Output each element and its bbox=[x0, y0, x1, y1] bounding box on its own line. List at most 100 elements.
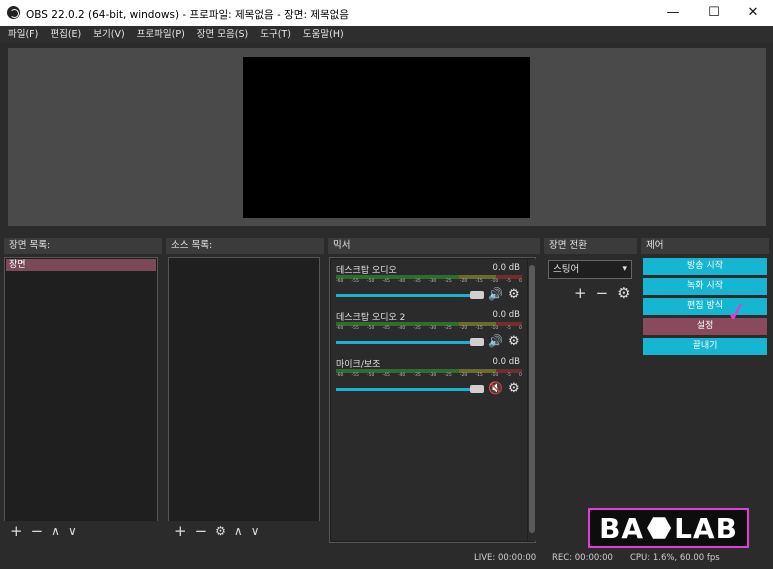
menu-help[interactable]: 도움말(H) bbox=[303, 26, 344, 43]
tick-label: -10 bbox=[490, 279, 499, 284]
menu-scene-collection[interactable]: 장면 모음(S) bbox=[197, 26, 248, 43]
transitions-toolbar: + − ⚙ bbox=[574, 284, 640, 302]
mixer-header: 믹서 bbox=[328, 238, 540, 254]
speaker-icon[interactable]: 🔊 bbox=[488, 287, 503, 301]
menu-profile[interactable]: 프로파일(P) bbox=[137, 26, 185, 43]
baolab-logo: BA LAB bbox=[588, 508, 749, 548]
studio-mode-button[interactable]: 편집 방식 bbox=[643, 298, 767, 315]
tick-label: -30 bbox=[428, 279, 437, 284]
tick-label: -10 bbox=[490, 373, 499, 378]
tick-label: -40 bbox=[397, 279, 406, 284]
tick-label: -35 bbox=[413, 279, 421, 284]
volume-slider-handle[interactable] bbox=[470, 338, 484, 346]
start-recording-button[interactable]: 녹화 시작 bbox=[643, 278, 767, 295]
remove-source-icon[interactable]: − bbox=[195, 521, 208, 542]
meter-ticks: -60 -55 -50 -45 -40 -35 -30 -25 -20 -15 -10 -5 0 bbox=[336, 279, 522, 287]
title-bar: OBS 22.0.2 (64-bit, windows) - 프로파일: 제목없… bbox=[0, 0, 773, 26]
preview-area bbox=[8, 48, 766, 226]
add-transition-icon[interactable]: + bbox=[574, 284, 587, 302]
status-bar: LIVE: 00:00:00 REC: 00:00:00 CPU: 1.6%, … bbox=[0, 549, 773, 569]
tick-label: -35 bbox=[413, 373, 421, 378]
preview-canvas[interactable] bbox=[243, 57, 530, 218]
tick-label: -50 bbox=[366, 279, 375, 284]
tick-label: -60 bbox=[336, 326, 344, 331]
exit-button[interactable]: 끝내기 bbox=[643, 338, 767, 355]
scene-item[interactable]: 장면 bbox=[6, 259, 156, 271]
start-streaming-button[interactable]: 방송 시작 bbox=[643, 258, 767, 275]
move-up-icon[interactable]: ∧ bbox=[51, 521, 60, 542]
menu-edit[interactable]: 편집(E) bbox=[50, 26, 81, 43]
mixer-scrollbar[interactable] bbox=[528, 259, 536, 541]
tick-label: -40 bbox=[397, 326, 406, 331]
volume-slider[interactable] bbox=[336, 294, 476, 297]
tick-label: -5 bbox=[506, 279, 511, 284]
volume-slider-handle[interactable] bbox=[470, 385, 484, 393]
menu-view[interactable]: 보기(V) bbox=[93, 26, 124, 43]
transition-gear-icon[interactable]: ⚙ bbox=[617, 284, 630, 302]
hexagon-icon bbox=[647, 517, 672, 539]
add-source-icon[interactable]: + bbox=[174, 521, 187, 542]
volume-slider[interactable] bbox=[336, 388, 476, 391]
muted-speaker-icon[interactable]: 🔇 bbox=[488, 381, 503, 395]
close-button[interactable]: ✕ bbox=[733, 0, 773, 26]
volume-slider-handle[interactable] bbox=[470, 291, 484, 299]
minimize-button[interactable]: — bbox=[653, 0, 693, 26]
maximize-button[interactable]: ☐ bbox=[694, 0, 734, 26]
tick-label: -20 bbox=[459, 373, 468, 378]
transition-select[interactable]: 스팅어 bbox=[548, 260, 632, 279]
tick-label: -10 bbox=[490, 326, 499, 331]
volume-slider[interactable] bbox=[336, 341, 476, 344]
scenes-list[interactable]: 장면 bbox=[4, 257, 158, 522]
track-db: 0.0 dB bbox=[492, 357, 520, 367]
menu-bar: 파일(F) 편집(E) 보기(V) 프로파일(P) 장면 모음(S) 도구(T)… bbox=[0, 26, 773, 43]
live-timer: LIVE: 00:00:00 bbox=[474, 553, 537, 563]
scrollbar-thumb[interactable] bbox=[529, 265, 535, 533]
tick-label: 0 bbox=[518, 373, 522, 378]
mixer-track: 데스크탑 오디오 2 0.0 dB -60 -55 -50 -45 -40 -35 -30-… bbox=[334, 308, 524, 354]
tick-label: -15 bbox=[475, 326, 483, 331]
tick-label: -25 bbox=[444, 373, 452, 378]
tick-label: -60 bbox=[336, 373, 344, 378]
remove-transition-icon[interactable]: − bbox=[596, 284, 609, 302]
rec-timer: REC: 00:00:00 bbox=[552, 553, 613, 563]
mixer-track: 마이크/보조 0.0 dB -60 -55 -50 -45 -40 -35 -30 -25 -2… bbox=[334, 355, 524, 401]
sources-list[interactable] bbox=[168, 257, 320, 522]
sources-toolbar: + − ⚙ ∧ ∨ bbox=[168, 521, 320, 542]
tick-label: -15 bbox=[475, 279, 483, 284]
obs-app-icon bbox=[7, 6, 20, 19]
tick-label: -35 bbox=[413, 326, 421, 331]
speaker-icon[interactable]: 🔊 bbox=[488, 334, 503, 348]
tick-label: -50 bbox=[366, 326, 375, 331]
mixer-tracks: 데스크탑 오디오 0.0 dB -60 -55 -50 -45 -40 -35 -30 -25… bbox=[331, 259, 527, 541]
move-up-icon[interactable]: ∧ bbox=[234, 521, 243, 542]
logo-text-left: BA bbox=[599, 511, 645, 545]
gear-icon[interactable]: ⚙ bbox=[508, 381, 520, 396]
mixer-track: 데스크탑 오디오 0.0 dB -60 -55 -50 -45 -40 -35 -30 -25… bbox=[334, 261, 524, 307]
tick-label: -45 bbox=[382, 326, 390, 331]
track-db: 0.0 dB bbox=[492, 263, 520, 273]
annotation-checkmark-icon: ✓ bbox=[724, 296, 750, 330]
gear-icon[interactable]: ⚙ bbox=[508, 334, 520, 349]
menu-tools[interactable]: 도구(T) bbox=[260, 26, 291, 43]
logo-text-right: LAB bbox=[674, 511, 738, 545]
tick-label: -20 bbox=[459, 326, 468, 331]
meter-ticks: -60 -55 -50 -45 -40 -35 -30 -25 -20 -15 -10 -5 0 bbox=[336, 326, 522, 334]
track-db: 0.0 dB bbox=[492, 310, 520, 320]
scenes-toolbar: + − ∧ ∨ bbox=[4, 521, 158, 542]
tick-label: -15 bbox=[475, 373, 483, 378]
meter-ticks: -60 -55 -50 -45 -40 -35 -30 -25 -20 -15 -10 -5 0 bbox=[336, 373, 522, 381]
tick-label: -25 bbox=[444, 326, 452, 331]
menu-file[interactable]: 파일(F) bbox=[8, 26, 38, 43]
tick-label: -40 bbox=[397, 373, 406, 378]
tick-label: -30 bbox=[428, 326, 437, 331]
move-down-icon[interactable]: ∨ bbox=[251, 521, 260, 542]
source-properties-gear-icon[interactable]: ⚙ bbox=[215, 521, 226, 542]
gear-icon[interactable]: ⚙ bbox=[508, 287, 520, 302]
tick-label: -55 bbox=[351, 373, 359, 378]
tick-label: -45 bbox=[382, 279, 390, 284]
sources-header: 소스 목록: bbox=[166, 238, 324, 254]
move-down-icon[interactable]: ∨ bbox=[68, 521, 77, 542]
add-scene-icon[interactable]: + bbox=[10, 521, 23, 542]
tick-label: 0 bbox=[518, 326, 522, 331]
remove-scene-icon[interactable]: − bbox=[31, 521, 44, 542]
